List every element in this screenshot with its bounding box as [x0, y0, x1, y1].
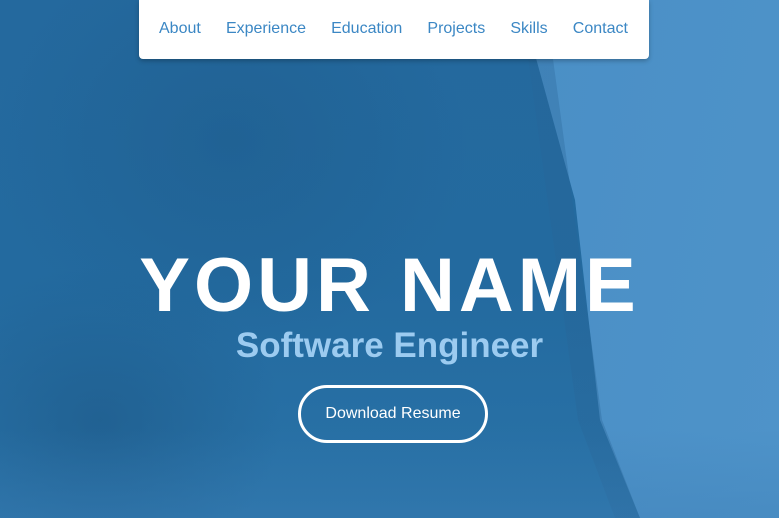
nav-link-experience[interactable]: Experience — [226, 20, 306, 39]
nav-link-skills[interactable]: Skills — [510, 20, 547, 39]
nav-link-about[interactable]: About — [159, 20, 201, 39]
hero-section: About Experience Education Projects Skil… — [0, 0, 779, 518]
keyboard-background-image — [0, 430, 779, 518]
hero-job-title: Software Engineer — [235, 326, 544, 365]
nav-link-contact[interactable]: Contact — [573, 20, 628, 39]
top-navbar: About Experience Education Projects Skil… — [139, 0, 649, 59]
hero-name-heading: YOUR NAME — [139, 243, 640, 328]
nav-link-projects[interactable]: Projects — [427, 20, 485, 39]
download-resume-button[interactable]: Download Resume — [298, 385, 488, 443]
nav-link-education[interactable]: Education — [331, 20, 402, 39]
